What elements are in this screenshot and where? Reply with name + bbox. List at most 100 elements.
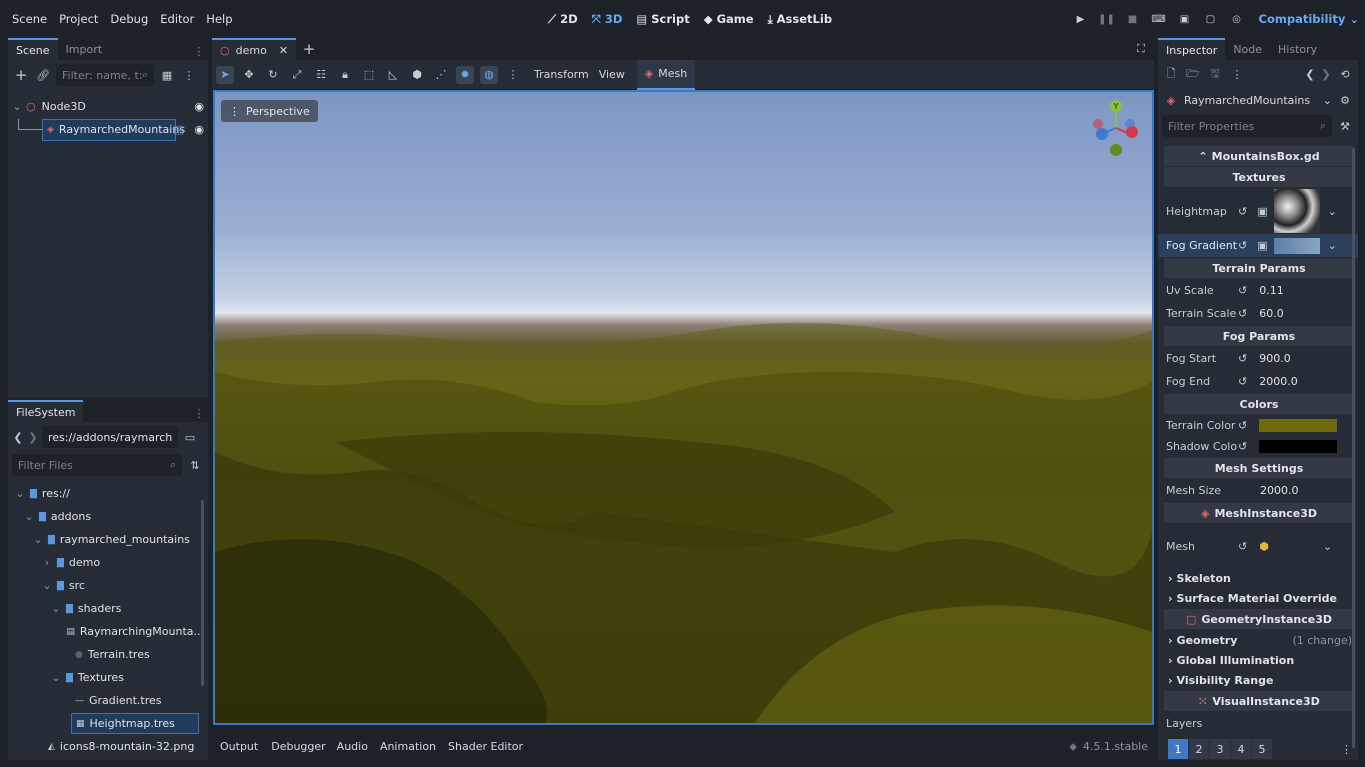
visibility-range-section[interactable]: › Visibility Range [1158, 670, 1358, 690]
fog-params-header[interactable]: Fog Params [1164, 326, 1354, 346]
workspace-3d-button[interactable]: ⤧ 3D [592, 12, 623, 27]
file-tree-item[interactable]: ⌄ ▇ Textures [8, 666, 208, 689]
box-mesh-icon[interactable]: ⬢ [1259, 540, 1269, 553]
environment-preview-icon[interactable]: ◍ [480, 65, 498, 84]
selected-file[interactable]: ▦ Heightmap.tres [71, 713, 199, 734]
menu-debug[interactable]: Debug [104, 12, 154, 26]
menu-editor[interactable]: Editor [154, 12, 200, 26]
scale-tool-icon[interactable]: ⤢ [288, 66, 306, 84]
pause-icon[interactable]: ❚❚ [1097, 10, 1117, 28]
renderer-select[interactable]: Compatibility ⌄ [1259, 12, 1359, 26]
fog-start-value[interactable]: 900.0 [1259, 352, 1291, 365]
file-tree-item[interactable]: › ▇ demo [8, 551, 208, 574]
object-selector[interactable]: ◈ RaymarchedMountains ⌄ ⚙ [1158, 88, 1358, 112]
menu-project[interactable]: Project [53, 12, 104, 26]
forward-icon[interactable]: ❯ [27, 428, 39, 446]
3d-viewport[interactable]: ⋮ Perspective Y [213, 90, 1154, 725]
bottom-tab-debugger[interactable]: Debugger [266, 740, 330, 753]
revert-icon[interactable]: ↺ [1238, 284, 1247, 297]
file-entry[interactable]: ▇ shaders [62, 598, 125, 619]
axis-gizmo[interactable]: Y [1086, 98, 1142, 158]
revert-icon[interactable]: ↺ [1238, 375, 1247, 388]
meshinstance-header[interactable]: ◈ MeshInstance3D [1164, 503, 1354, 523]
attach-script-icon[interactable]: ▦ [158, 66, 176, 84]
file-entry[interactable]: ▇ Textures [62, 667, 128, 688]
terrain-color-swatch[interactable] [1259, 419, 1338, 432]
perspective-menu[interactable]: ⋮ Perspective [221, 100, 318, 122]
file-tree-item[interactable]: — Gradient.tres [8, 689, 208, 712]
chevron-down-icon[interactable]: ⌄ [1328, 205, 1337, 218]
file-tree-item[interactable]: ⌄ ▇ src [8, 574, 208, 597]
revert-icon[interactable]: ↺ [1238, 307, 1247, 320]
add-tab-icon[interactable]: + [300, 40, 318, 58]
history-icon[interactable]: ⟲ [1336, 65, 1354, 83]
open-folder-icon[interactable]: 🗁︎ [1184, 65, 1202, 83]
filesystem-scrollbar[interactable] [201, 500, 204, 686]
rotate-tool-icon[interactable]: ↻ [264, 66, 282, 84]
menu-dots-icon[interactable]: ⋮ [190, 42, 208, 60]
bottom-tab-animation[interactable]: Animation [374, 740, 442, 753]
link-icon[interactable]: 🔗︎ [34, 66, 52, 84]
mesh-settings-header[interactable]: Mesh Settings [1164, 458, 1354, 478]
visibility-eye-icon[interactable]: ◉ [194, 123, 204, 136]
heightmap-thumbnail[interactable] [1273, 189, 1320, 233]
view-menu[interactable]: View [599, 68, 625, 81]
filesystem-filter-input[interactable]: Filter Files ⌕ [12, 454, 182, 476]
local-space-icon[interactable]: ⬢ [408, 66, 426, 84]
tab-scene[interactable]: Scene [8, 38, 58, 60]
close-icon[interactable]: ✕ [279, 44, 288, 57]
file-tree-item[interactable]: ◭ icons8-mountain-32.png [8, 735, 208, 758]
sun-preview-icon[interactable]: ✹ [456, 65, 474, 84]
menu-scene[interactable]: Scene [6, 12, 53, 26]
revert-icon[interactable]: ↺ [1238, 540, 1247, 553]
filter-properties-input[interactable]: Filter Properties ⌕ [1162, 115, 1332, 137]
back-icon[interactable]: ❮ [1304, 65, 1316, 83]
group-icon[interactable]: ⬚ [360, 66, 378, 84]
surface-material-section[interactable]: › Surface Material Override [1158, 588, 1358, 608]
back-icon[interactable]: ❮ [12, 428, 24, 446]
play-scene-icon[interactable]: ▣ [1175, 10, 1195, 28]
revert-icon[interactable]: ↺ [1238, 239, 1247, 252]
layer-button[interactable]: 2 [1189, 739, 1209, 759]
file-tree-item[interactable]: ▦ Heightmap.tres [8, 712, 208, 735]
workspace-assetlib-button[interactable]: ⤓ AssetLib [768, 12, 832, 27]
uv-scale-value[interactable]: 0.11 [1259, 284, 1284, 297]
list-select-icon[interactable]: ☷ [312, 66, 330, 84]
tab-import[interactable]: Import [58, 38, 111, 60]
menu-dots-icon[interactable]: ⋮ [1341, 743, 1352, 756]
revert-icon[interactable]: ↺ [1238, 419, 1247, 432]
mesh-size-value[interactable]: 2000.0 [1260, 484, 1299, 497]
tab-filesystem[interactable]: FileSystem [8, 400, 84, 422]
mesh-menu[interactable]: ◈ Mesh [636, 59, 696, 90]
layer-button[interactable]: 4 [1231, 739, 1251, 759]
workspace-game-button[interactable]: ◆ Game [704, 12, 754, 26]
terrain-params-header[interactable]: Terrain Params [1164, 258, 1354, 278]
bottom-tab-shader-editor[interactable]: Shader Editor [442, 740, 529, 753]
terrain-scale-value[interactable]: 60.0 [1259, 307, 1284, 320]
scene-filter-input[interactable]: Filter: name, t:typ ⌕ [56, 64, 154, 86]
tree-item-node3d[interactable]: ⌄ ○ Node3D ◉ [8, 95, 208, 118]
script-attached-icon[interactable]: ▤ [174, 123, 184, 136]
file-tree-item[interactable]: ▤ RaymarchingMounta... [8, 620, 208, 643]
skeleton-section[interactable]: › Skeleton [1158, 568, 1358, 588]
layer-button[interactable]: 1 [1168, 739, 1188, 759]
textures-header[interactable]: Textures [1164, 167, 1354, 187]
colors-header[interactable]: Colors [1164, 394, 1354, 414]
revert-icon[interactable]: ↺ [1238, 352, 1247, 365]
bottom-tab-output[interactable]: Output [212, 740, 266, 753]
file-entry[interactable]: ▤ RaymarchingMounta... [62, 621, 208, 642]
lock-icon[interactable]: 🔒︎ [336, 66, 354, 84]
fog-end-value[interactable]: 2000.0 [1259, 375, 1298, 388]
new-resource-icon[interactable]: 🗋︎ [1162, 65, 1180, 83]
sort-icon[interactable]: ⇅ [186, 456, 204, 474]
add-node-icon[interactable]: + [12, 66, 30, 84]
workspace-script-button[interactable]: ▤ Script [636, 12, 689, 26]
file-tree-item[interactable]: ● Terrain.tres [8, 643, 208, 666]
file-tree-item[interactable]: ⌄ ▇ res:// [8, 482, 208, 505]
file-entry[interactable]: ▇ raymarched_mountains [44, 529, 194, 550]
script-header[interactable]: ⌃ MountainsBox.gd [1164, 146, 1354, 166]
distraction-free-icon[interactable]: ⛶ [1132, 40, 1150, 58]
snap-icon[interactable]: ⋰ [432, 66, 450, 84]
remote-debug-icon[interactable]: ⌨ [1149, 10, 1169, 28]
menu-dots-icon[interactable]: ⋮ [190, 404, 208, 422]
